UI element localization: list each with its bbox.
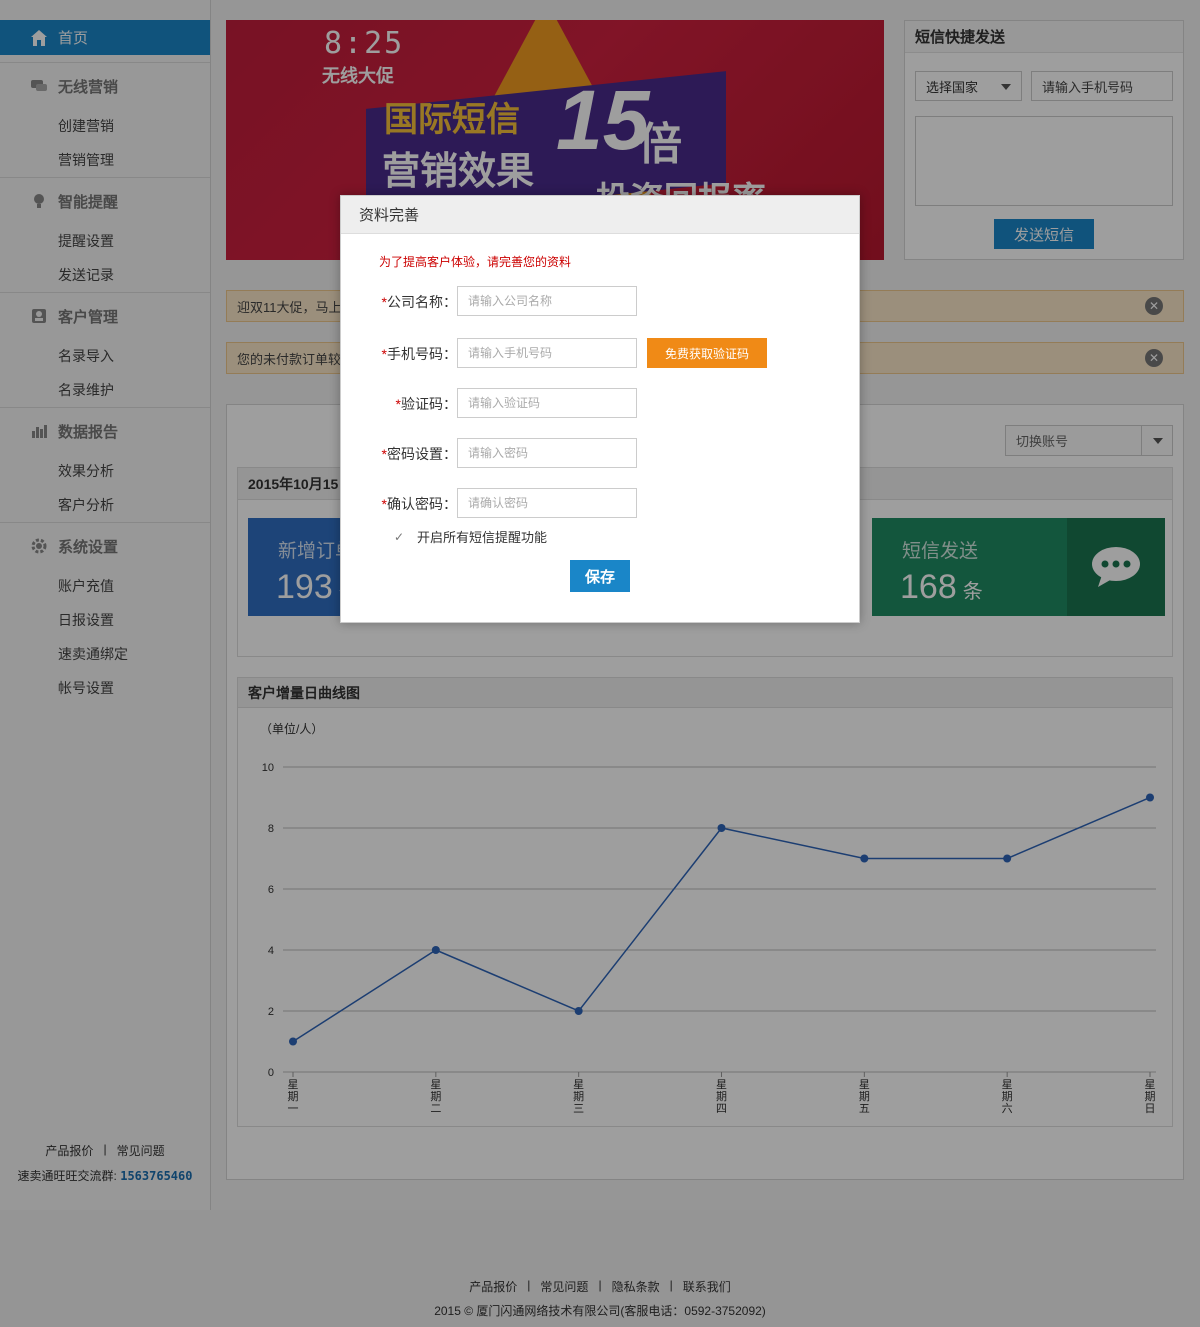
password-input[interactable] bbox=[457, 438, 637, 468]
field-label: *公司名称： bbox=[382, 292, 457, 312]
field-label: *手机号码： bbox=[382, 344, 457, 364]
field-label: *验证码： bbox=[396, 394, 457, 414]
field-label: *确认密码： bbox=[382, 494, 457, 514]
form-row-code: *验证码： bbox=[341, 388, 861, 418]
field-label-text: 验证码： bbox=[401, 396, 457, 412]
form-row-password: *密码设置： bbox=[341, 438, 861, 468]
verification-code-input[interactable] bbox=[457, 388, 637, 418]
save-button[interactable]: 保存 bbox=[570, 560, 630, 592]
form-row-company: *公司名称： bbox=[341, 286, 861, 316]
field-label-text: 公司名称： bbox=[387, 294, 457, 310]
phone-input[interactable] bbox=[457, 338, 637, 368]
dialog-title: 资料完善 bbox=[341, 196, 859, 234]
field-label-text: 密码设置： bbox=[387, 446, 457, 462]
dialog-notice: 为了提高客户体验，请完善您的资料 bbox=[379, 255, 572, 269]
form-row-phone: *手机号码： 免费获取验证码 bbox=[341, 338, 861, 368]
field-label-text: 确认密码： bbox=[387, 496, 457, 512]
field-label-text: 手机号码： bbox=[387, 346, 457, 362]
sms-reminder-checkbox[interactable]: ✓ 开启所有短信提醒功能 bbox=[393, 527, 547, 546]
checkmark-icon: ✓ bbox=[393, 529, 405, 544]
get-code-button[interactable]: 免费获取验证码 bbox=[647, 338, 767, 368]
profile-complete-dialog: 资料完善 为了提高客户体验，请完善您的资料 *公司名称： *手机号码： 免费获取… bbox=[340, 195, 860, 623]
field-label: *密码设置： bbox=[382, 444, 457, 464]
company-name-input[interactable] bbox=[457, 286, 637, 316]
form-row-confirm: *确认密码： bbox=[341, 488, 861, 518]
checkbox-label: 开启所有短信提醒功能 bbox=[417, 530, 548, 545]
confirm-password-input[interactable] bbox=[457, 488, 637, 518]
